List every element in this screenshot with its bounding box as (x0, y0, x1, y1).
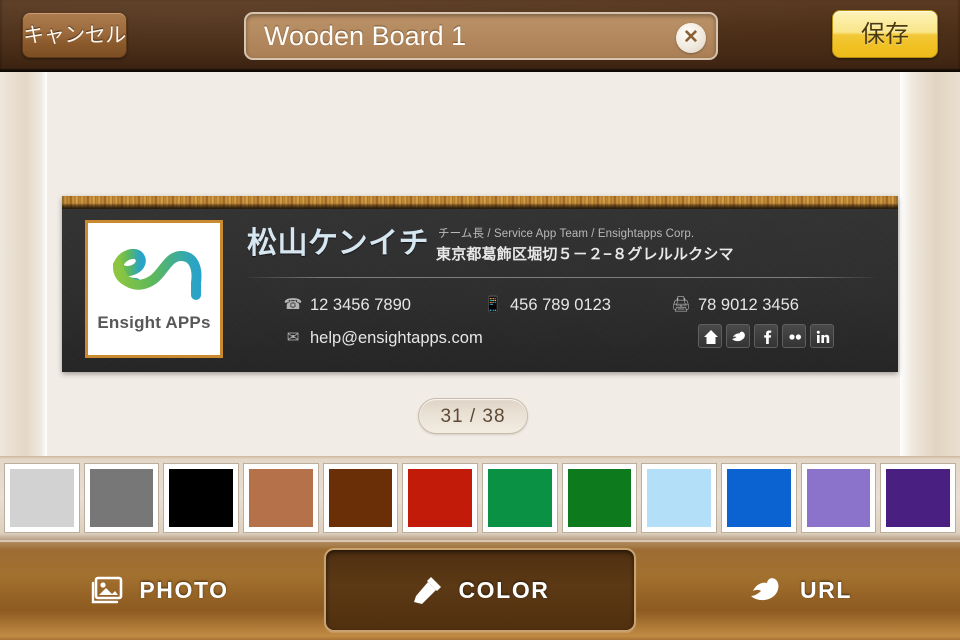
swatch-tan[interactable] (243, 463, 319, 533)
close-icon-glyph: ✕ (683, 27, 699, 48)
swatch-blue[interactable] (721, 463, 797, 533)
phone-icon: ☎ (283, 296, 303, 313)
linkedin-icon[interactable] (810, 324, 834, 348)
card-address: 東京都葛飾区堀切５－２−８グレルルクシマ (436, 246, 734, 263)
company-logo-text: Ensight APPs (97, 313, 211, 332)
facebook-icon[interactable] (754, 324, 778, 348)
page-counter-label: 31 / 38 (440, 406, 506, 427)
color-palette[interactable] (0, 456, 960, 540)
swatch-light-blue-fill (647, 469, 712, 527)
page-edge-left (0, 72, 47, 456)
swatch-brown[interactable] (322, 463, 399, 533)
tab-color-label: COLOR (458, 576, 550, 603)
swatch-green-fill (488, 469, 552, 527)
swatch-black[interactable] (163, 463, 240, 533)
swatch-blue-fill (727, 469, 791, 527)
twitter-icon[interactable] (726, 324, 750, 348)
swatch-purple-fill (806, 469, 871, 527)
swatch-green[interactable] (482, 463, 558, 533)
envelope-icon: ✉ (286, 329, 300, 346)
photo-icon (91, 575, 125, 605)
swatch-tan-fill (249, 469, 313, 527)
eyedropper-icon (410, 574, 444, 606)
tab-color[interactable]: COLOR (324, 548, 636, 632)
card-mobile-value: 456 789 0123 (510, 296, 611, 314)
card-divider (248, 277, 874, 278)
card-fax-row: 🖨 78 9012 3456 (670, 295, 799, 315)
swatch-dark-green-fill (567, 469, 632, 527)
card-telephone-row: ☎ 12 3456 7890 (282, 295, 411, 315)
card-fax-value: 78 9012 3456 (698, 296, 799, 314)
tab-url[interactable]: URL (640, 548, 960, 632)
company-logo: Ensight APPs (85, 220, 223, 358)
en-logo-icon (113, 248, 202, 300)
swatch-red[interactable] (402, 463, 479, 533)
swatch-gray[interactable] (83, 463, 160, 533)
swatch-gray-fill (89, 469, 154, 527)
swatch-dark-green[interactable] (561, 463, 638, 533)
swatch-light-blue[interactable] (641, 463, 718, 533)
swatch-red-fill (408, 469, 473, 527)
card-role-line: チーム長 / Service App Team / Ensightapps Co… (438, 228, 695, 240)
page-edge-right (900, 72, 960, 456)
tab-photo[interactable]: PHOTO (0, 548, 320, 632)
bottom-tab-bar: PHOTO COLOR URL (0, 540, 960, 640)
tab-photo-label: PHOTO (139, 576, 229, 603)
business-card[interactable]: Ensight APPs 松山ケンイチ チーム長 / Service App T… (62, 196, 898, 372)
twitter-bird-icon (748, 575, 786, 605)
card-email-value: help@ensightapps.com (310, 329, 483, 347)
cancel-button-label: キャンセル (23, 24, 126, 47)
home-icon[interactable] (698, 324, 722, 348)
card-mobile-row: 📱 456 789 0123 (482, 295, 611, 315)
save-button[interactable]: 保存 (832, 10, 938, 58)
swatch-dark-purple[interactable] (880, 463, 957, 533)
tab-url-label: URL (799, 576, 853, 603)
app-root: キャンセル Wooden Board 1 ✕ 保存 Ensight APPs 松… (0, 0, 960, 640)
fax-icon: 🖨 (671, 296, 691, 313)
mobile-phone-icon: 📱 (483, 296, 503, 313)
card-telephone-value: 12 3456 7890 (310, 296, 411, 314)
swatch-light-gray[interactable] (4, 463, 80, 533)
card-social-links (698, 324, 834, 348)
board-title-input[interactable]: Wooden Board 1 ✕ (244, 12, 718, 60)
cancel-button[interactable]: キャンセル (22, 12, 127, 58)
flickr-icon[interactable] (782, 324, 806, 348)
canvas-area[interactable]: Ensight APPs 松山ケンイチ チーム長 / Service App T… (0, 72, 960, 456)
swatch-light-gray-fill (10, 469, 74, 527)
save-button-label: 保存 (861, 21, 909, 48)
swatch-brown-fill (328, 469, 393, 527)
swatch-black-fill (169, 469, 234, 527)
card-email-row: ✉ help@ensightapps.com (282, 328, 483, 348)
board-title-value[interactable]: Wooden Board 1 (264, 14, 656, 58)
card-person-name: 松山ケンイチ (247, 227, 430, 260)
swatch-purple[interactable] (800, 463, 877, 533)
swatch-dark-purple-fill (886, 469, 951, 527)
top-toolbar: キャンセル Wooden Board 1 ✕ 保存 (0, 0, 960, 72)
card-wood-strip (62, 196, 898, 209)
close-icon[interactable]: ✕ (676, 23, 706, 53)
page-counter: 31 / 38 (418, 398, 528, 434)
